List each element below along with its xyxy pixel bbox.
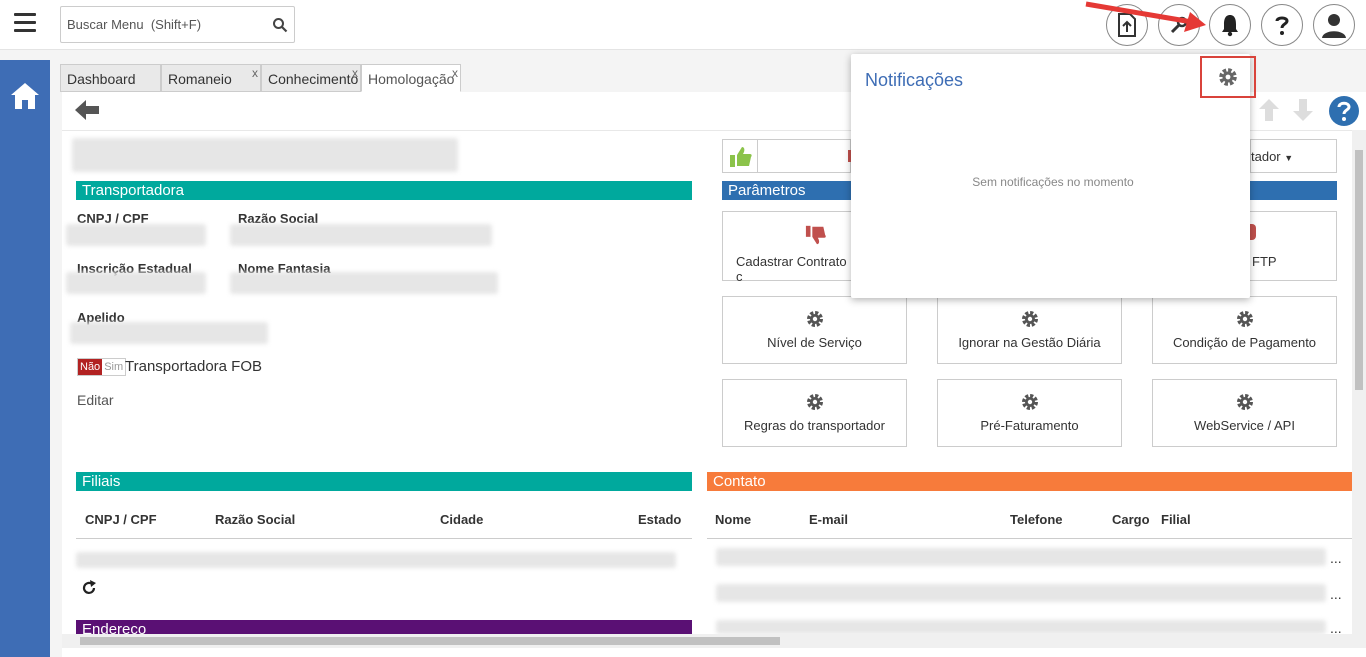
thumbs-down-icon (805, 225, 826, 245)
blurred-table-row (76, 552, 676, 568)
caret-down-icon: ▼ (1284, 153, 1294, 163)
toggle-label: Transportadora FOB (125, 358, 262, 375)
toggle-no[interactable]: Não (78, 359, 103, 375)
section-parametros: Parâmetros (722, 181, 852, 200)
sidebar (0, 60, 50, 657)
param-label: Pré-Faturamento (980, 418, 1079, 433)
notifications-empty-message: Sem notificações no momento (972, 175, 1134, 189)
close-icon[interactable]: x (352, 66, 358, 80)
blurred-table-row (716, 584, 1326, 602)
blurred-value (66, 224, 206, 246)
tab-conhecimento[interactable]: Conhecimento x (261, 64, 361, 92)
reject-button[interactable] (758, 139, 852, 173)
blurred-value (230, 224, 492, 246)
filiais-col-razao-social: Razão Social (215, 512, 296, 527)
dropdown-label: tador (1251, 149, 1281, 164)
question-icon (1275, 16, 1289, 35)
help-button[interactable] (1261, 4, 1303, 46)
tab-dashboard[interactable]: Dashboard (60, 64, 161, 92)
fob-toggle[interactable]: Não Sim (77, 358, 127, 376)
section-parametros-bar-end (1250, 181, 1337, 200)
contato-col-telefone: Telefone (1010, 512, 1063, 527)
notifications-dropdown: Notificações Sem notificações no momento (851, 54, 1256, 298)
notifications-button[interactable] (1209, 4, 1251, 46)
close-icon[interactable]: x (452, 66, 458, 80)
filiais-col-cnpj: CNPJ / CPF (85, 512, 157, 527)
arrow-up-icon[interactable] (1258, 98, 1280, 122)
toggle-yes[interactable]: Sim (102, 359, 126, 375)
gear-icon (806, 311, 823, 327)
blurred-value (70, 322, 268, 344)
tab-label: Homologação (368, 71, 455, 87)
search-input[interactable] (61, 7, 261, 42)
blurred-value (66, 272, 206, 294)
param-label: WebService / API (1194, 418, 1295, 433)
blurred-table-row (716, 620, 1326, 634)
param-regras-transportador-button[interactable]: Regras do transportador (722, 379, 907, 447)
param-ignorar-gestao-button[interactable]: Ignorar na Gestão Diária (937, 296, 1122, 364)
red-annotation-arrow-icon (1085, 1, 1206, 32)
bell-icon (1222, 15, 1238, 37)
page-help-icon[interactable] (1328, 95, 1360, 127)
hamburger-menu-icon[interactable] (14, 13, 36, 33)
param-label: Nível de Serviço (767, 335, 862, 350)
home-icon[interactable] (9, 80, 41, 112)
contato-col-nome: Nome (715, 512, 752, 527)
section-transportadora: Transportadora (76, 181, 692, 200)
horizontal-scrollbar[interactable] (62, 634, 1366, 648)
tab-label: Dashboard (67, 71, 136, 87)
filiais-col-cidade: Cidade (440, 512, 484, 527)
vertical-scrollbar[interactable] (1352, 130, 1366, 634)
edit-link[interactable]: Editar (77, 392, 114, 408)
param-webservice-api-button[interactable]: WebService / API (1152, 379, 1337, 447)
back-arrow-icon[interactable] (74, 98, 100, 122)
search-icon[interactable] (272, 17, 288, 33)
blurred-table-row (716, 548, 1326, 566)
user-avatar-button[interactable] (1313, 4, 1355, 46)
section-filiais: Filiais (76, 472, 692, 491)
param-label: Condição de Pagamento (1172, 335, 1317, 350)
thumbs-up-icon (730, 147, 752, 167)
contato-col-cargo: Cargo (1112, 512, 1150, 527)
tab-romaneio[interactable]: Romaneio x (161, 64, 261, 92)
param-label: Cadastrar Contrato c (736, 254, 847, 284)
gear-icon (1021, 311, 1038, 327)
refresh-icon[interactable] (80, 579, 98, 597)
tab-label: Conhecimento (268, 71, 359, 87)
gear-icon (806, 394, 823, 410)
tab-homologacao[interactable]: Homologação x (361, 64, 461, 92)
param-ftp-button[interactable]: FTP (1250, 211, 1337, 281)
row-more-ellipsis[interactable]: ... (1330, 550, 1342, 566)
blurred-company-name (72, 138, 458, 172)
blurred-value (230, 272, 498, 294)
gear-icon (1219, 68, 1237, 86)
gear-icon (1236, 394, 1253, 410)
search-box (60, 6, 295, 43)
gear-icon (1236, 311, 1253, 327)
param-cadastrar-contrato-button[interactable]: Cadastrar Contrato c (722, 211, 852, 284)
arrow-down-icon[interactable] (1292, 98, 1314, 122)
notifications-title: Notificações (865, 70, 964, 90)
notifications-settings-button[interactable] (1200, 56, 1256, 98)
param-condicao-pagamento-button[interactable]: Condição de Pagamento (1152, 296, 1337, 364)
section-contato: Contato (707, 472, 1352, 491)
fragment-icon (1250, 224, 1256, 240)
gear-icon (1021, 394, 1038, 410)
row-more-ellipsis[interactable]: ... (1330, 586, 1342, 602)
user-avatar-icon (1322, 14, 1346, 38)
close-icon[interactable]: x (252, 66, 258, 80)
approve-button[interactable] (722, 139, 758, 173)
param-nivel-servico-button[interactable]: Nível de Serviço (722, 296, 907, 364)
contato-col-email: E-mail (809, 512, 849, 527)
param-pre-faturamento-button[interactable]: Pré-Faturamento (937, 379, 1122, 447)
param-label: FTP (1252, 254, 1277, 269)
param-label: Regras do transportador (744, 418, 885, 433)
filiais-col-estado: Estado (638, 512, 682, 527)
tab-label: Romaneio (168, 71, 232, 87)
param-label: Ignorar na Gestão Diária (958, 335, 1101, 350)
contato-col-filial: Filial (1161, 512, 1191, 527)
divider (76, 538, 692, 539)
divider (707, 538, 1352, 539)
actions-dropdown[interactable]: tador ▼ (1250, 139, 1337, 173)
